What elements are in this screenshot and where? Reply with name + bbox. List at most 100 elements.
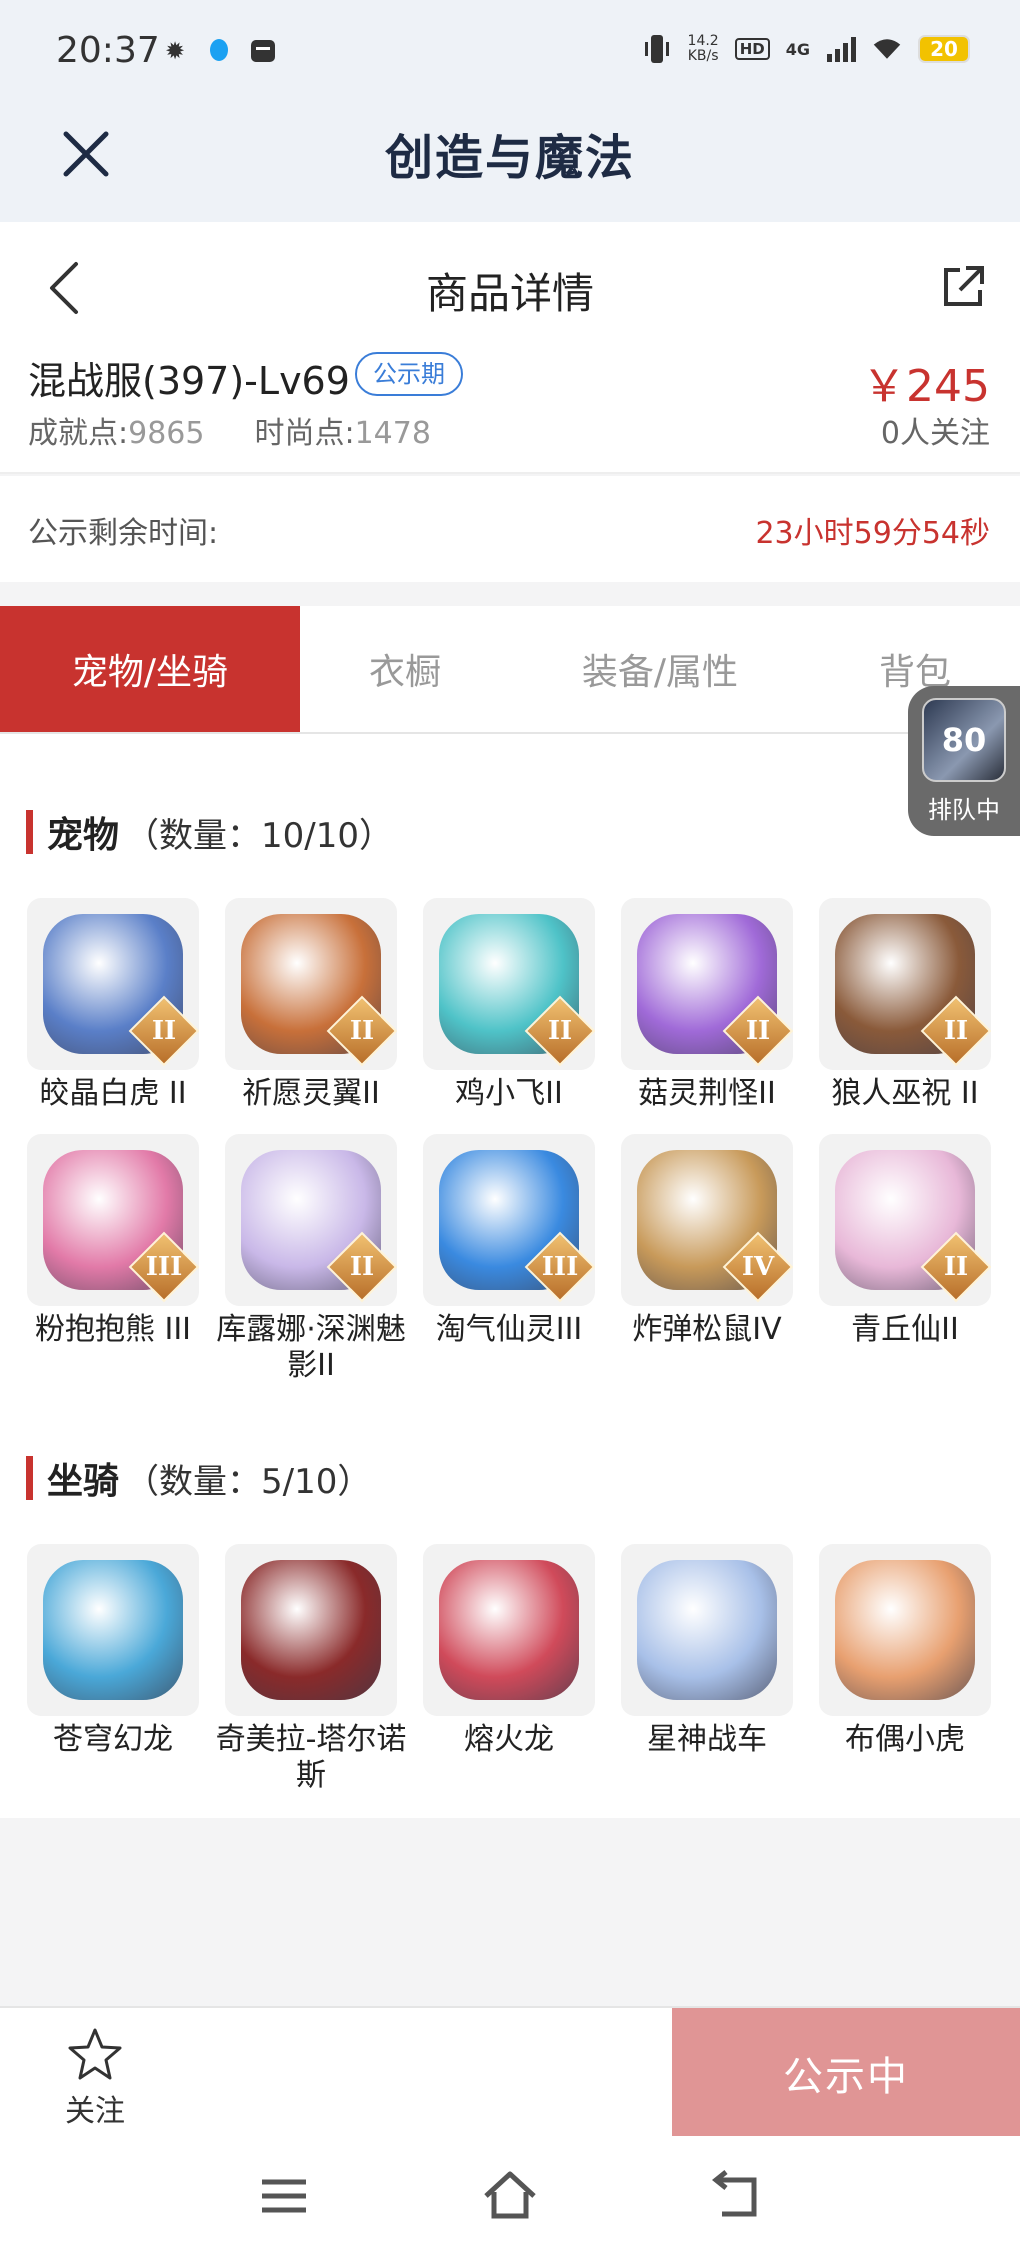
pet-card[interactable]: II 皎晶白虎 II [14,898,212,1112]
star-icon [68,2028,122,2080]
pet-name: 淘气仙灵III [435,1312,583,1347]
section-marker [26,1456,33,1500]
item-price: ￥245 [862,361,990,412]
mount-name: 星神战车 [647,1722,767,1757]
tab-equipment[interactable]: 装备/属性 [510,606,810,732]
app-title-bar: 创造与魔法 [0,110,1020,222]
tier-label: II [745,1016,771,1046]
mount-thumbnail [621,1544,793,1716]
pet-card[interactable]: III 粉抱抱熊 III [14,1134,212,1348]
status-time: 20:37 [56,30,160,71]
mount-thumbnail [423,1544,595,1716]
share-icon[interactable] [940,264,986,310]
mount-card[interactable]: 熔火龙 [410,1544,608,1758]
app-title: 创造与魔法 [384,130,635,186]
mount-thumbnail [27,1544,199,1716]
page-header: 商品详情 [0,222,1020,348]
status-notification-icons: ✹ [160,36,278,66]
pet-thumbnail: II [27,898,199,1070]
queue-number: 80 [941,721,987,759]
queue-label: 排队中 [928,796,1000,824]
tab-bar: 宠物/坐骑 衣橱 装备/属性 背包 [0,606,1020,734]
tab-wardrobe[interactable]: 衣橱 [300,606,510,732]
pet-name: 青丘仙II [851,1312,959,1347]
tier-label: II [349,1016,375,1046]
section-marker [26,810,33,854]
pet-card[interactable]: II 菇灵荆怪II [608,898,806,1112]
tier-label: II [151,1016,177,1046]
pet-thumbnail: III [423,1134,595,1306]
tier-label: II [943,1016,969,1046]
pet-name: 祈愿灵翼II [242,1076,380,1111]
pet-thumbnail: II [225,1134,397,1306]
follow-button[interactable]: 关注 [50,2026,140,2130]
mount-thumbnail [225,1544,397,1716]
tier-label: II [349,1252,375,1282]
pet-card[interactable]: II 狼人巫祝 II [806,898,1004,1112]
tab-pets-mounts[interactable]: 宠物/坐骑 [0,606,300,732]
page-title: 商品详情 [425,269,594,318]
mount-name: 布偶小虎 [845,1722,965,1757]
speed-unit: KB/s [687,48,719,64]
pet-name: 鸡小飞II [455,1076,563,1111]
pet-card[interactable]: II 祈愿灵翼II [212,898,410,1112]
mount-card[interactable]: 布偶小虎 [806,1544,1004,1758]
pet-thumbnail: II [423,898,595,1070]
pet-thumbnail: II [225,898,397,1070]
network-type: 4G [785,39,810,59]
status-system-icons: 14.2 KB/s HD 4G 20 [642,34,970,64]
signal-icon [826,34,856,64]
pet-card[interactable]: II 库露娜·深渊魅影II [212,1134,410,1384]
home-icon[interactable] [480,2166,540,2226]
item-stats: 成就点:9865 时尚点:1478 [28,408,431,452]
pet-name: 库露娜·深渊魅影II [216,1312,406,1383]
mount-image [439,1560,579,1700]
fire-icon: ✹ [164,37,186,65]
pet-thumbnail: II [819,1134,991,1306]
mounts-count: （数量：5/10） [125,1461,372,1502]
qq-icon [204,36,234,66]
pet-card[interactable]: IV 炸弹松鼠IV [608,1134,806,1348]
pet-name: 狼人巫祝 II [831,1076,979,1111]
mount-card[interactable]: 星神战车 [608,1544,806,1758]
mounts-section-title: 坐骑 （数量：5/10） [26,1452,371,1504]
vibrate-icon [642,34,672,64]
mount-card[interactable]: 奇美拉-塔尔诺斯 [212,1544,410,1794]
countdown-row: 公示剩余时间: 23小时59分54秒 [0,476,1020,582]
mounts-title: 坐骑 [47,1461,120,1502]
mount-name: 熔火龙 [464,1722,554,1757]
tier-label: II [943,1252,969,1282]
mount-name: 苍穹幻龙 [53,1722,173,1757]
item-name: 混战服(397)-Lv69 [28,359,350,403]
mount-image [835,1560,975,1700]
pet-thumbnail: II [819,898,991,1070]
message-icon [248,36,278,66]
mount-card[interactable]: 苍穹幻龙 [14,1544,212,1758]
pet-thumbnail: IV [621,1134,793,1306]
pet-card[interactable]: III 淘气仙灵III [410,1134,608,1348]
pet-card[interactable]: II 鸡小飞II [410,898,608,1112]
wifi-icon [872,34,902,64]
fashion-value: 1478 [354,416,431,451]
publicizing-button[interactable]: 公示中 [672,2008,1020,2138]
pet-thumbnail: II [621,898,793,1070]
empty-area [0,1818,1020,2008]
mount-name: 奇美拉-塔尔诺斯 [215,1722,407,1793]
mount-thumbnail [819,1544,991,1716]
mount-image [637,1560,777,1700]
speed-value: 14.2 [687,33,719,49]
tier-label: IV [741,1252,775,1282]
menu-icon[interactable] [254,2166,314,2226]
status-badge: 公示期 [355,352,463,396]
pet-thumbnail: III [27,1134,199,1306]
countdown-value: 23小时59分54秒 [755,516,990,551]
battery-indicator: 20 [918,35,970,63]
fashion-label: 时尚点: [254,416,355,451]
pet-card[interactable]: II 青丘仙II [806,1134,1004,1348]
back-nav-icon[interactable] [706,2166,766,2226]
queue-float-button[interactable]: 80 排队中 [908,686,1020,836]
network-speed: 14.2 KB/s [688,34,719,64]
tier-label: II [547,1016,573,1046]
pets-count: （数量：10/10） [125,815,393,856]
mount-image [241,1560,381,1700]
